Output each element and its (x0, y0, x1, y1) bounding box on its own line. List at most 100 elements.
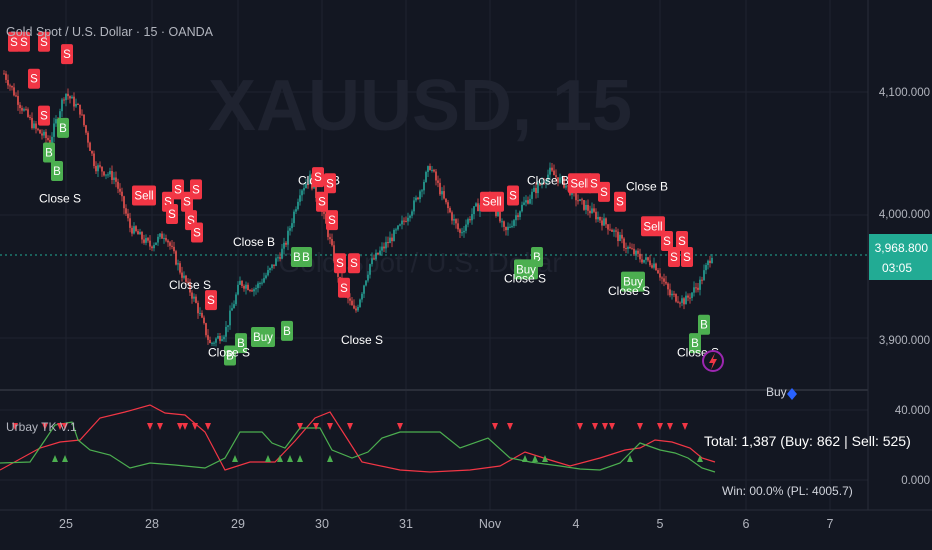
candle-body (703, 270, 705, 281)
signal-text: S (314, 172, 322, 184)
candle-body (383, 246, 385, 249)
signal-text: S (192, 184, 200, 196)
candle-body (107, 174, 109, 176)
buy-signal-label: B (51, 160, 63, 181)
candle-body (235, 294, 237, 305)
candle-body (461, 232, 463, 234)
candle-body (63, 99, 65, 101)
sell-signal-label: S (191, 222, 203, 243)
candle-body (141, 232, 143, 240)
candle-body (101, 166, 103, 172)
watermark-symbol: XAUUSD, 15 (208, 66, 632, 146)
candle-body (249, 289, 251, 291)
candle-body (581, 199, 583, 201)
candle-body (87, 132, 89, 143)
candle-body (287, 230, 289, 245)
candle-body (423, 181, 425, 191)
candle-body (227, 325, 229, 327)
candle-body (43, 131, 45, 136)
candle-body (17, 96, 19, 105)
indicator-name[interactable]: Urbay TK V.1 (6, 420, 77, 434)
candle-body (223, 336, 225, 340)
sell-signal-label: S (324, 173, 336, 194)
candle-body (579, 199, 581, 201)
time-label-30: 30 (315, 517, 329, 531)
time-axis[interactable] (0, 510, 932, 550)
candle-body (529, 198, 531, 204)
candle-body (225, 326, 227, 337)
candle-body (41, 133, 43, 136)
candle-body (359, 299, 361, 308)
candle-body (585, 204, 587, 210)
candle-body (467, 219, 469, 225)
signal-text: B (53, 166, 61, 178)
candle-body (667, 283, 669, 290)
candle-body (669, 289, 671, 296)
signal-text: Buy (253, 332, 273, 344)
candle-body (413, 200, 415, 212)
candle-body (357, 307, 359, 311)
candle-body (503, 221, 505, 227)
candle-body (123, 196, 125, 209)
candlestick-chart[interactable]: XAUUSD, 15 Gold Spot / U.S. Dollar S S SSS… (0, 0, 932, 550)
candle-body (277, 257, 279, 259)
sell-signal-label: S (348, 253, 360, 274)
signal-text: S (326, 178, 334, 190)
candle-body (677, 301, 679, 303)
symbol-title[interactable]: Gold Spot / U.S. Dollar · 15 · OANDA (6, 25, 214, 39)
signal-text: S (30, 74, 38, 86)
buy-signal-label: B (57, 117, 69, 138)
sell-signal-label: S (38, 105, 50, 126)
indicator-stats-win: Win: 00.0% (PL: 4005.7) (722, 484, 853, 498)
candle-body (641, 259, 643, 263)
candle-body (297, 201, 299, 210)
candle-body (395, 229, 397, 231)
candle-body (593, 208, 595, 212)
signal-close-label: Close S (341, 333, 383, 347)
candle-body (165, 237, 167, 241)
candle-body (61, 99, 63, 112)
signal-text: S (183, 197, 191, 209)
candle-body (79, 104, 81, 115)
candle-body (515, 215, 517, 221)
time-label-28: 28 (145, 517, 159, 531)
buy-signal-label: B (281, 320, 293, 341)
candle-body (679, 302, 681, 304)
candle-body (197, 302, 199, 314)
candle-body (133, 226, 135, 234)
candle-body (615, 230, 617, 232)
candle-body (443, 191, 445, 199)
signal-text: S (207, 295, 215, 307)
signal-close-label: Close S (504, 272, 546, 286)
candle-body (637, 250, 639, 254)
sell-signal-label: S (614, 191, 626, 212)
candle-body (475, 203, 477, 207)
sell-signal-label: S (326, 210, 338, 231)
price-tick-4100: 4,100.000 (879, 87, 930, 99)
indicator-tick-0: 0.000 (901, 475, 930, 487)
candle-body (499, 211, 501, 222)
candle-body (607, 224, 609, 230)
price-tick-4000: 4,000.000 (879, 209, 930, 221)
candle-body (653, 263, 655, 268)
candle-body (693, 287, 695, 293)
lightning-alert-icon[interactable] (702, 350, 724, 372)
candle-body (349, 298, 351, 301)
candle-body (439, 182, 441, 195)
candle-body (411, 211, 413, 216)
sell-signal-label: S (28, 68, 40, 89)
candle-body (431, 169, 433, 171)
candle-body (577, 200, 579, 202)
candle-body (635, 250, 637, 255)
candle-body (229, 310, 231, 326)
candle-body (695, 287, 697, 289)
candle-body (69, 96, 71, 99)
candle-body (221, 339, 223, 341)
candle-body (135, 226, 137, 232)
signal-text: S (40, 111, 48, 123)
candle-body (625, 248, 627, 250)
candle-body (65, 93, 67, 101)
candle-body (393, 229, 395, 242)
time-label-5: 5 (657, 517, 664, 531)
candle-body (205, 323, 207, 336)
